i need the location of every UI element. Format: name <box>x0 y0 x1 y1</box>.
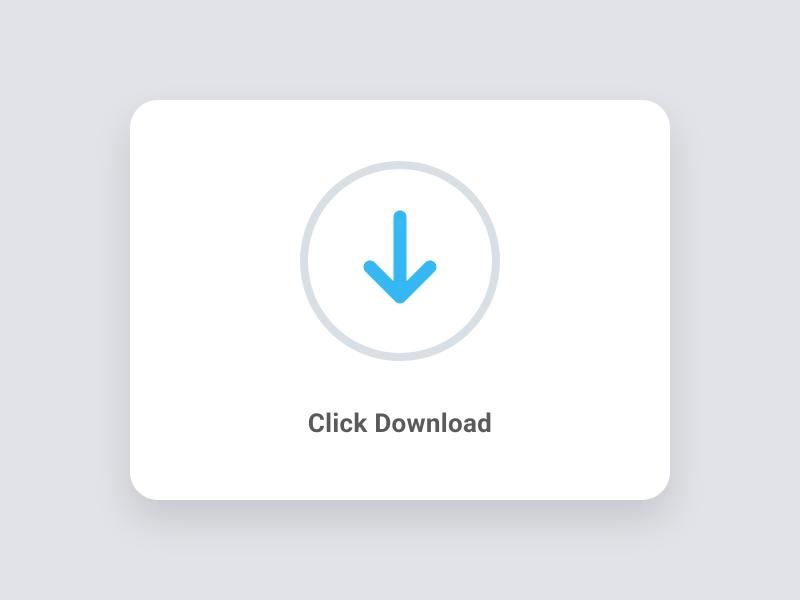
download-label: Click Download <box>308 409 492 439</box>
download-arrow-icon <box>355 209 445 313</box>
download-card[interactable]: Click Download <box>130 100 670 500</box>
download-icon-circle <box>300 161 500 361</box>
